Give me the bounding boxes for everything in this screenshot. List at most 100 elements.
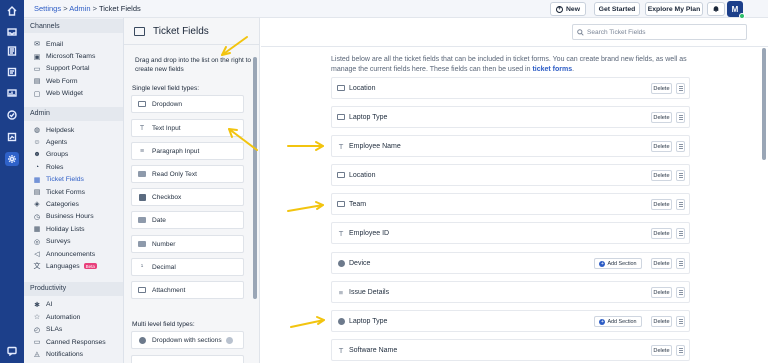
delete-button[interactable]: Delete: [651, 345, 672, 356]
field-row[interactable]: T Employee ID Delete: [331, 222, 690, 244]
field-type-dropdown[interactable]: Dropdown: [131, 95, 244, 113]
explore-plan-button[interactable]: Explore My Plan: [645, 2, 703, 16]
drag-handle-icon[interactable]: [676, 316, 685, 327]
tasks-icon[interactable]: [5, 108, 19, 122]
field-type-paragraph-input[interactable]: ≡ Paragraph Input: [131, 142, 244, 160]
field-type-date[interactable]: Date: [131, 211, 244, 229]
sidebar-item-agents[interactable]: ☺ Agents: [24, 136, 123, 148]
sidebar-item-email[interactable]: ✉ Email: [24, 38, 123, 50]
sidebar-item-surveys[interactable]: ◎ Surveys: [24, 235, 123, 247]
drag-handle-icon[interactable]: [676, 287, 685, 298]
delete-button[interactable]: Delete: [651, 258, 672, 269]
sidebar-item-ticket-forms[interactable]: ▤ Ticket Forms: [24, 186, 123, 198]
dropdown-icon: [138, 100, 146, 108]
delete-button[interactable]: Delete: [651, 228, 672, 239]
ticket-forms-link[interactable]: ticket forms: [532, 66, 572, 73]
sidebar-item-automation[interactable]: ☆ Automation: [24, 311, 123, 323]
sidebar-item-web-widget[interactable]: ▢ Web Widget: [24, 88, 123, 100]
knowledge-icon[interactable]: [5, 65, 19, 79]
breadcrumb-admin[interactable]: Admin: [69, 4, 90, 13]
drag-handle-icon[interactable]: [676, 345, 685, 356]
field-type-dropdown-with-sections[interactable]: Dropdown with sections: [131, 331, 244, 349]
field-type-checkbox[interactable]: Checkbox: [131, 188, 244, 206]
page-description: Listed below are all the ticket fields t…: [331, 55, 691, 74]
app-rail: [0, 0, 24, 363]
sidebar-item-helpdesk[interactable]: ◍ Helpdesk: [24, 124, 123, 136]
field-row[interactable]: Location Delete: [331, 164, 690, 186]
sidebar-item-web-form[interactable]: ▤ Web Form: [24, 75, 123, 87]
drag-handle-icon[interactable]: [676, 141, 685, 152]
field-type-more[interactable]: [131, 355, 244, 363]
delete-button[interactable]: Delete: [651, 83, 672, 94]
field-type-number[interactable]: Number: [131, 235, 244, 253]
sidebar-item-label: Categories: [46, 200, 79, 208]
add-section-button[interactable]: + Add Section: [594, 316, 642, 327]
add-section-button[interactable]: + Add Section: [594, 258, 642, 269]
delete-button[interactable]: Delete: [651, 199, 672, 210]
settings-icon[interactable]: [5, 152, 19, 166]
field-panel-scrollbar[interactable]: [253, 57, 257, 299]
sidebar-item-ticket-fields[interactable]: ▦ Ticket Fields: [24, 174, 123, 186]
field-row[interactable]: T Employee Name Delete: [331, 135, 690, 157]
dropdown-icon: [337, 84, 345, 92]
field-row[interactable]: Laptop Type + Add Section Delete: [331, 310, 690, 332]
drag-handle-icon[interactable]: [676, 170, 685, 181]
sidebar-item-support-portal[interactable]: ▭ Support Portal: [24, 63, 123, 75]
sidebar-item-business-hours[interactable]: ◷ Business Hours: [24, 211, 123, 223]
field-type-decimal[interactable]: ¹ Decimal: [131, 258, 244, 276]
field-row[interactable]: Team Delete: [331, 193, 690, 215]
reports-icon[interactable]: [5, 86, 19, 100]
search-input[interactable]: Search Ticket Fields: [572, 24, 747, 40]
delete-button[interactable]: Delete: [651, 170, 672, 181]
inbox-icon[interactable]: [5, 25, 19, 39]
delete-button[interactable]: Delete: [651, 316, 672, 327]
drag-handle-icon[interactable]: [676, 228, 685, 239]
sidebar-item-label: Ticket Forms: [46, 188, 86, 196]
field-row[interactable]: ≡ Issue Details Delete: [331, 281, 690, 303]
field-type-text-input[interactable]: T Text Input: [131, 119, 244, 137]
field-type-attachment[interactable]: Attachment: [131, 281, 244, 299]
sidebar-item-microsoft-teams[interactable]: ▣ Microsoft Teams: [24, 50, 123, 62]
bell-icon: [713, 6, 719, 12]
roles-icon: ◔: [34, 163, 40, 171]
main-scrollbar[interactable]: [762, 48, 766, 160]
new-button[interactable]: + New: [550, 2, 586, 16]
sidebar-item-slas[interactable]: ◴ SLAs: [24, 323, 123, 335]
info-icon[interactable]: [225, 336, 233, 344]
chat-icon[interactable]: [5, 344, 19, 358]
teams-icon: ▣: [33, 53, 41, 61]
contacts-icon[interactable]: [5, 44, 19, 58]
sidebar-item-notifications[interactable]: ◬ Notifications: [24, 348, 123, 360]
drag-handle-icon[interactable]: [676, 258, 685, 269]
sidebar-item-languages[interactable]: 文 Languages Beta: [24, 260, 123, 272]
breadcrumb-separator: >: [90, 4, 99, 13]
analytics-icon[interactable]: [5, 130, 19, 144]
sidebar-item-holiday-lists[interactable]: ▦ Holiday Lists: [24, 223, 123, 235]
notifications-button[interactable]: [707, 2, 725, 16]
drag-handle-icon[interactable]: [676, 112, 685, 123]
delete-button[interactable]: Delete: [651, 112, 672, 123]
drag-handle-icon[interactable]: [676, 199, 685, 210]
field-row[interactable]: T Software Name Delete: [331, 339, 690, 361]
delete-button[interactable]: Delete: [651, 141, 672, 152]
field-type-read-only-text[interactable]: Read Only Text: [131, 165, 244, 183]
breadcrumb-settings[interactable]: Settings: [34, 4, 61, 13]
get-started-button[interactable]: Get Started: [594, 2, 640, 16]
field-row[interactable]: Device + Add Section Delete: [331, 252, 690, 274]
avatar[interactable]: M: [727, 1, 745, 19]
sidebar-item-label: Automation: [46, 313, 81, 321]
field-row[interactable]: Location Delete: [331, 77, 690, 99]
plus-icon: +: [599, 260, 606, 267]
sidebar-item-announcements[interactable]: ◁ Announcements: [24, 248, 123, 260]
field-row[interactable]: Laptop Type Delete: [331, 106, 690, 128]
delete-button[interactable]: Delete: [651, 287, 672, 298]
dropdown-icon: [337, 171, 345, 179]
sidebar-item-canned-responses[interactable]: ▭ Canned Responses: [24, 336, 123, 348]
sidebar-item-ai[interactable]: ✱ AI: [24, 299, 123, 311]
sidebar-item-label: Ticket Fields: [46, 176, 84, 184]
sidebar-item-roles[interactable]: ◔ Roles: [24, 161, 123, 173]
drag-handle-icon[interactable]: [676, 83, 685, 94]
sidebar-item-categories[interactable]: ◈ Categories: [24, 198, 123, 210]
home-icon[interactable]: [5, 4, 19, 18]
sidebar-item-groups[interactable]: ☻ Groups: [24, 149, 123, 161]
